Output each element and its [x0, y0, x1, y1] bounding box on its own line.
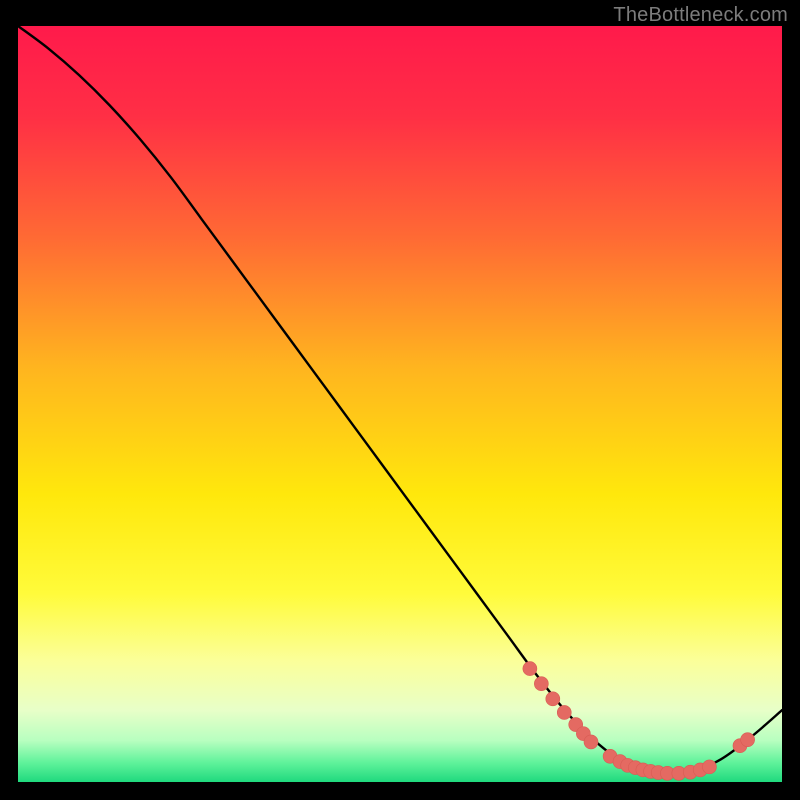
chart-frame: TheBottleneck.com: [0, 0, 800, 800]
data-marker: [584, 735, 598, 749]
plot-area: [18, 26, 782, 782]
data-marker: [523, 662, 537, 676]
chart-svg: [18, 26, 782, 782]
data-marker: [546, 692, 560, 706]
gradient-background: [18, 26, 782, 782]
data-marker: [741, 733, 755, 747]
data-marker: [557, 705, 571, 719]
data-marker: [702, 760, 716, 774]
data-marker: [534, 677, 548, 691]
attribution-label: TheBottleneck.com: [613, 4, 788, 27]
